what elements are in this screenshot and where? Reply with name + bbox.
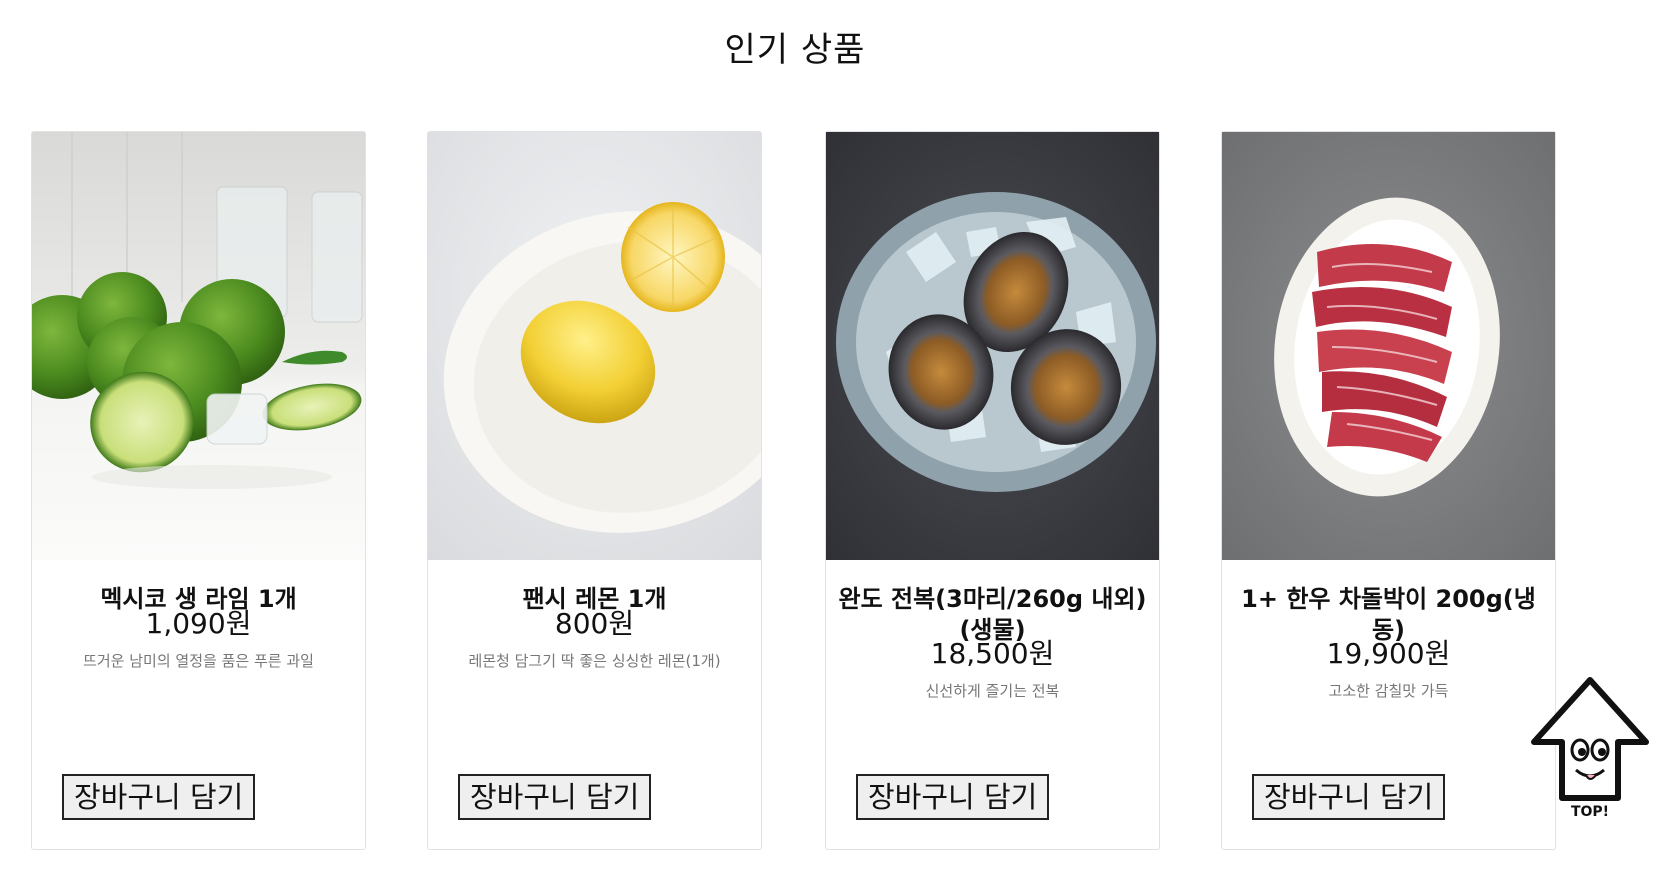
product-image-lime[interactable] bbox=[32, 132, 365, 560]
top-button-label: TOP! bbox=[1571, 804, 1609, 820]
product-price: 1,090원 bbox=[145, 607, 252, 640]
add-to-cart-button[interactable]: 장바구니 담기 bbox=[458, 774, 652, 820]
arrow-up-face-icon: TOP! bbox=[1531, 677, 1649, 820]
product-card-lemon[interactable]: 팬시 레몬 1개 800원 레몬청 담그기 딱 좋은 싱싱한 레몬(1개) 장바… bbox=[427, 131, 762, 850]
popular-products-page: 인기 상품 멕시코 생 라임 1개 1,090원 뜨거운 남미의 열정을 품은 … bbox=[0, 0, 1660, 878]
add-to-cart-button[interactable]: 장바구니 담기 bbox=[62, 774, 256, 820]
product-image-abalone[interactable] bbox=[826, 132, 1159, 560]
product-image-beef[interactable] bbox=[1222, 132, 1555, 560]
product-card-abalone[interactable]: 완도 전복(3마리/260g 내외)(생물) 18,500원 신선하게 즐기는 … bbox=[825, 131, 1160, 850]
product-image-lemon[interactable] bbox=[428, 132, 761, 560]
product-description: 신선하게 즐기는 전복 bbox=[925, 682, 1060, 700]
section-title: 인기 상품 bbox=[724, 30, 866, 70]
scroll-to-top-button[interactable]: TOP! bbox=[1528, 674, 1652, 820]
product-price: 18,500원 bbox=[930, 637, 1055, 670]
add-to-cart-button[interactable]: 장바구니 담기 bbox=[1252, 774, 1446, 820]
product-description: 고소한 감칠맛 가득 bbox=[1328, 682, 1449, 700]
product-price: 800원 bbox=[554, 607, 635, 640]
product-card-beef[interactable]: 1+ 한우 차돌박이 200g(냉동) 19,900원 고소한 감칠맛 가득 장… bbox=[1221, 131, 1556, 850]
product-description: 레몬청 담그기 딱 좋은 싱싱한 레몬(1개) bbox=[468, 652, 721, 670]
product-price: 19,900원 bbox=[1326, 637, 1451, 670]
product-description: 뜨거운 남미의 열정을 품은 푸른 과일 bbox=[83, 652, 314, 670]
add-to-cart-button[interactable]: 장바구니 담기 bbox=[856, 774, 1050, 820]
product-card-lime[interactable]: 멕시코 생 라임 1개 1,090원 뜨거운 남미의 열정을 품은 푸른 과일 … bbox=[31, 131, 366, 850]
